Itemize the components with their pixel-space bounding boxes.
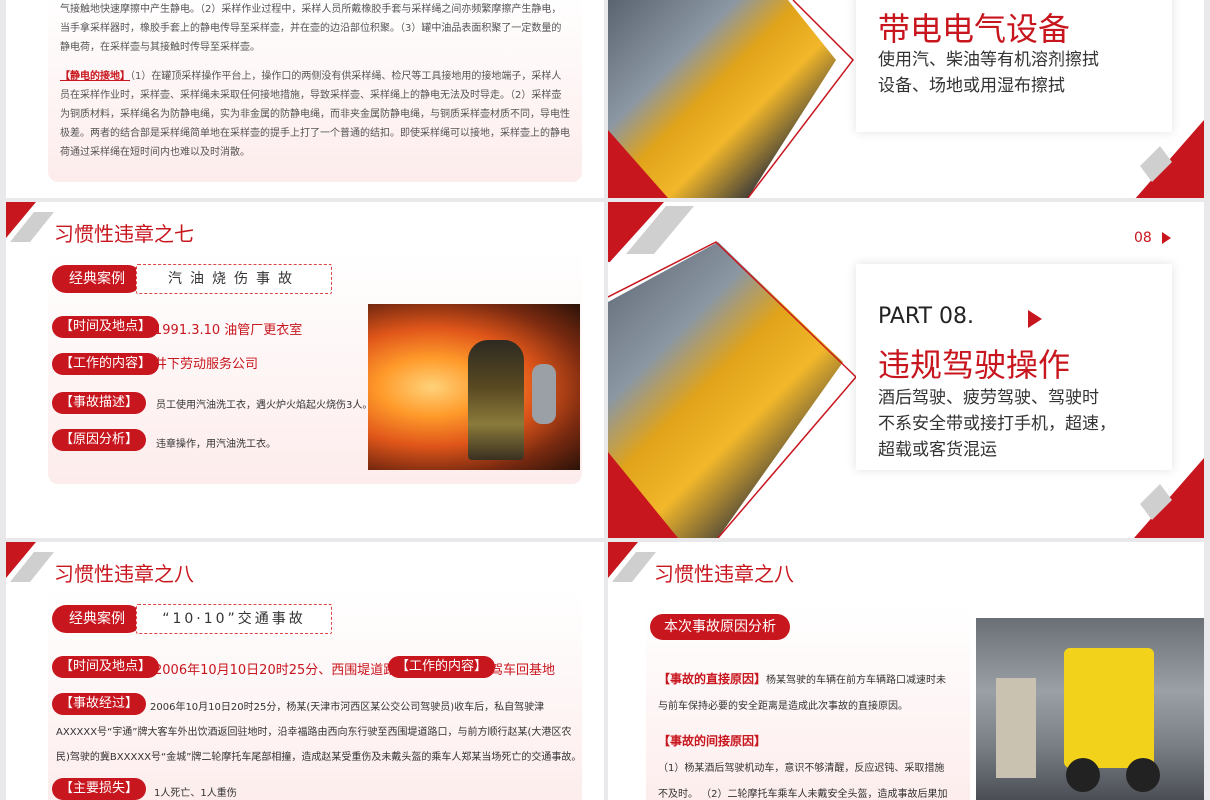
slide-static-electricity: 气接触地快速摩擦中产生静电。（2）采样作业过程中，采样人员所戴橡胶手套与采样绳之… <box>6 0 604 198</box>
text-card: 气接触地快速摩擦中产生静电。（2）采样作业过程中，采样人员所戴橡胶手套与采样绳之… <box>48 0 582 182</box>
part-label: PART 08. <box>878 304 975 329</box>
direct-cause: 【事故的直接原因】杨某驾驶的车辆在前方车辆路口减速时未与前车保持必要的安全距离是… <box>658 672 947 712</box>
desc-line-2: 设备、场地或用湿布擦拭 <box>878 76 1065 96</box>
label-description: 【事故描述】 <box>52 392 147 414</box>
value-time-place: 1991.3.10 油管厂更衣室 <box>154 323 303 338</box>
label-time-place: 【时间及地点】 <box>52 656 160 678</box>
slide-habitual-violation-7: 习惯性违章之七 经典案例 汽油烧伤事故 【时间及地点】 1991.3.10 油管… <box>6 202 604 538</box>
desc-line-2: 不系安全带或接打手机，超速， <box>878 414 1116 434</box>
slide-title: 习惯性违章之七 <box>54 222 194 246</box>
value-indirect-cause: （1）杨某酒后驾驶机动车，意识不够清醒，反应迟钝、采取措施不及时。 （2）二轮摩… <box>658 763 948 800</box>
slide-habitual-violation-8: 习惯性违章之八 经典案例 “10·10”交通事故 【时间及地点】 2006年10… <box>6 542 604 800</box>
value-work-content: 驾车回基地 <box>490 663 556 678</box>
value-work-content: 井下劳动服务公司 <box>154 357 259 372</box>
label-work-content: 【工作的内容】 <box>388 656 496 678</box>
corner-decoration <box>1134 458 1204 538</box>
label-grounding: 【静电的接地】 <box>60 71 130 82</box>
value-process: 2006年10月10日20时25分，杨某(天津市河西区某公交公司驾驶员)收车后，… <box>56 702 582 763</box>
case-name: 汽油烧伤事故 <box>136 264 332 294</box>
label-time-place: 【时间及地点】 <box>52 316 160 338</box>
corner-decoration <box>1135 120 1204 198</box>
play-arrow-icon <box>1162 232 1172 244</box>
classic-case-pill: 经典案例 <box>52 605 142 633</box>
paragraph-grounding: （1）在罐顶采样操作平台上，操作口的两侧没有供采样绳、检尺等工具接地用的接地端子… <box>60 71 570 158</box>
desc-line-1: 使用汽、柴油等有机溶剂擦拭 <box>878 50 1099 70</box>
firefighter-photo <box>368 304 580 470</box>
value-description: 员工使用汽油洗工衣，遇火炉火焰起火烧伤3人。 <box>156 400 373 411</box>
case-name: “10·10”交通事故 <box>136 604 332 634</box>
part-card: PART 08. 违规驾驶操作 酒后驾驶、疲劳驾驶、驾驶时 不系安全带或接打手机… <box>856 264 1172 470</box>
red-frame-shape <box>608 241 858 538</box>
red-frame-shape <box>608 0 854 198</box>
info-card: 带电电气设备 使用汽、柴油等有机溶剂擦拭 设备、场地或用湿布擦拭 <box>856 0 1172 132</box>
page-number: 08 <box>1134 230 1172 246</box>
heading: 带电电气设备 <box>878 10 1071 48</box>
analysis-pill: 本次事故原因分析 <box>650 614 790 640</box>
classic-case-pill: 经典案例 <box>52 265 142 293</box>
label-cause: 【原因分析】 <box>52 429 147 451</box>
slide-electrical-equipment: 带电电气设备 使用汽、柴油等有机溶剂擦拭 设备、场地或用湿布擦拭 <box>608 0 1204 198</box>
value-cause: 违章操作，用汽油洗工衣。 <box>156 439 276 450</box>
forklift-photo <box>976 618 1204 800</box>
heading: 违规驾驶操作 <box>878 346 1071 384</box>
slide-title: 习惯性违章之八 <box>54 562 194 586</box>
value-time-place: 2006年10月10日20时25分、西围堤道路口 <box>154 663 410 678</box>
slide-accident-analysis: 习惯性违章之八 本次事故原因分析 【事故的直接原因】杨某驾驶的车辆在前方车辆路口… <box>608 542 1204 800</box>
label-indirect-cause: 【事故的间接原因】 <box>658 734 767 748</box>
desc-line-1: 酒后驾驶、疲劳驾驶、驾驶时 <box>878 388 1099 408</box>
desc-line-3: 超载或客货混运 <box>878 440 997 460</box>
paragraph-cause: 气接触地快速摩擦中产生静电。（2）采样作业过程中，采样人员所戴橡胶手套与采样绳之… <box>60 4 562 53</box>
label-work-content: 【工作的内容】 <box>52 353 160 375</box>
label-direct-cause: 【事故的直接原因】 <box>658 672 767 686</box>
slide-part-08: 08 PART 08. 违规驾驶操作 酒后驾驶、疲劳驾驶、驾驶时 不系安全带或接… <box>608 202 1204 538</box>
play-arrow-icon <box>1028 310 1042 328</box>
slide-title: 习惯性违章之八 <box>654 562 794 586</box>
value-loss: 1人死亡、1人重伤 <box>154 788 237 799</box>
label-loss: 【主要损失】 <box>52 778 147 800</box>
